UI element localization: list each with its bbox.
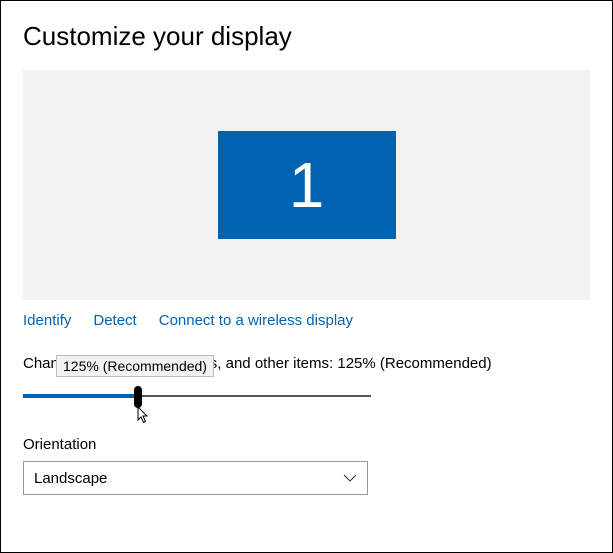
slider-thumb[interactable] [134, 386, 142, 408]
orientation-label: Orientation [23, 436, 590, 453]
scale-slider[interactable] [23, 386, 371, 412]
detect-link[interactable]: Detect [93, 312, 136, 329]
scale-tooltip: 125% (Recommended) [56, 355, 214, 377]
identify-link[interactable]: Identify [23, 312, 71, 329]
scale-label-value: 125% (Recommended) [337, 355, 491, 372]
page-title: Customize your display [23, 21, 590, 52]
display-action-links: Identify Detect Connect to a wireless di… [23, 312, 590, 329]
display-preview-area: 1 [23, 70, 590, 300]
chevron-down-icon [343, 474, 357, 482]
connect-wireless-link[interactable]: Connect to a wireless display [159, 312, 353, 329]
slider-fill [23, 394, 138, 398]
monitor-tile-1[interactable]: 1 [218, 131, 396, 239]
orientation-selected-value: Landscape [34, 470, 107, 487]
orientation-select[interactable]: Landscape [23, 461, 368, 495]
cursor-icon [137, 406, 151, 424]
